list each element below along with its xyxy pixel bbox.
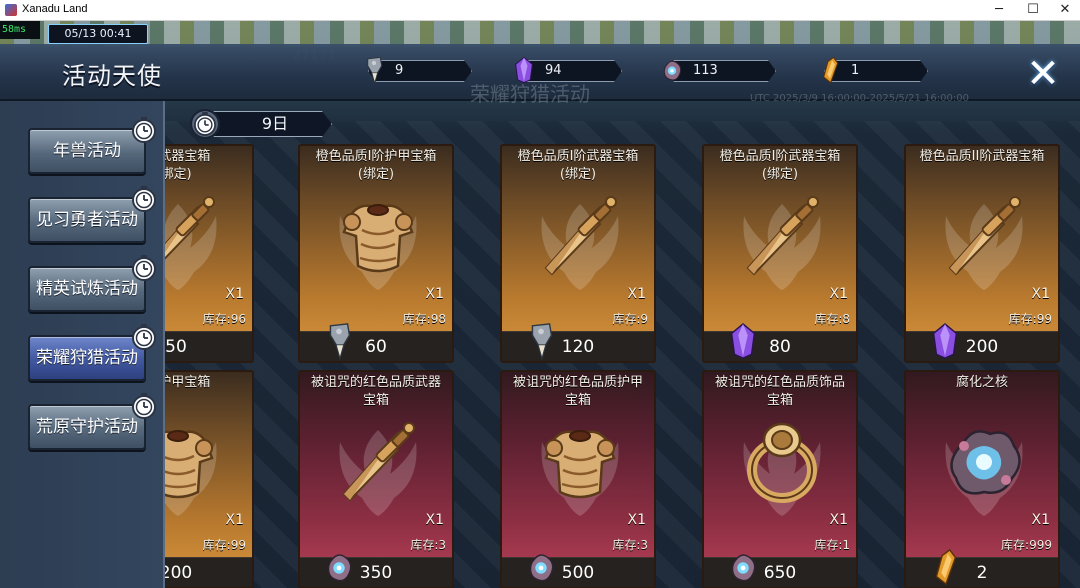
window-title: Xanadu Land — [22, 3, 88, 15]
item-price: 60 — [365, 337, 387, 357]
item-name: 被诅咒的红色品质护甲 宝箱 — [512, 375, 643, 408]
item-quantity: X1 — [1031, 512, 1051, 528]
day-label: 9日 — [204, 111, 332, 137]
sidebar-item-elite-trial[interactable]: 精英试炼活动 — [28, 266, 146, 312]
sidebar-item-nian-beast[interactable]: 年兽活动 — [28, 128, 146, 174]
shop-item-card[interactable]: 橙色品质I阶武器宝箱 (绑定) X1 库存:9 120 — [500, 144, 656, 363]
item-quantity: X1 — [627, 512, 647, 528]
minimize-button[interactable]: ─ — [982, 0, 1016, 21]
resource-crystal: 94 — [502, 58, 626, 84]
sidebar-item-label: 荒原守护活动 — [36, 417, 138, 437]
item-quantity: X1 — [627, 286, 647, 302]
item-stock: 库存:99 — [202, 538, 246, 552]
amber-shard-icon — [816, 56, 844, 84]
timer-icon — [130, 116, 158, 144]
item-stock: 库存:9 — [612, 312, 648, 326]
shop-item-card[interactable]: 被诅咒的红色品质饰品 宝箱 X1 库存:1 650 — [702, 370, 858, 588]
horn-icon — [324, 322, 354, 360]
shop-item-card[interactable]: 被诅咒的红色品质武器 宝箱 X1 库存:3 350 — [298, 370, 454, 588]
item-quantity: X1 — [1031, 286, 1051, 302]
item-stock: 库存:96 — [202, 312, 246, 326]
item-price: 2 — [976, 563, 988, 583]
resource-horn: 9 — [352, 58, 476, 84]
shop-item-card[interactable]: 被诅咒的红色品质护甲 宝箱 X1 库存:3 500 — [500, 370, 656, 588]
shop-item-card[interactable]: 腐化之核 X1 库存:999 2 — [904, 370, 1060, 588]
sword-icon — [934, 186, 1034, 286]
sidebar-item-label: 荣耀狩猎活动 — [36, 348, 138, 368]
item-stock: 库存:98 — [402, 312, 446, 326]
corrupted-core-icon — [658, 56, 686, 84]
sidebar-item-wasteland-guard[interactable]: 荒原守护活动 — [28, 404, 146, 450]
item-price: 120 — [561, 337, 595, 357]
shop-item-card[interactable]: 橙色品质I阶武器宝箱 (绑定) X1 库存:8 80 — [702, 144, 858, 363]
timer-icon — [130, 392, 158, 420]
armor-icon — [328, 186, 428, 286]
sidebar-item-label: 精英试炼活动 — [36, 279, 138, 299]
ping-indicator: 58ms — [0, 21, 40, 39]
window-close-button[interactable]: ✕ — [1048, 0, 1080, 21]
item-price: 500 — [561, 563, 595, 583]
sidebar-item-glory-hunt[interactable]: 荣耀狩猎活动 — [28, 335, 146, 381]
maximize-button[interactable]: ☐ — [1016, 0, 1050, 21]
purple-crystal-icon — [510, 56, 538, 84]
item-name: 橙色品质I阶武器宝箱 (绑定) — [517, 149, 639, 182]
sword-icon — [530, 186, 630, 286]
item-name: 橙色品质I阶护甲宝箱 (绑定) — [315, 149, 437, 182]
sidebar-item-label: 见习勇者活动 — [36, 210, 138, 230]
app-icon — [5, 4, 17, 16]
sword-icon — [328, 412, 428, 512]
item-quantity: X1 — [829, 286, 849, 302]
corrupted-core-icon — [324, 548, 354, 586]
item-name: 橙色品质I阶武器宝箱 (绑定) — [719, 149, 841, 182]
item-stock: 库存:999 — [1001, 538, 1052, 552]
item-name: 被诅咒的红色品质武器 宝箱 — [310, 375, 441, 408]
shop-item-card[interactable]: 橙色品质II阶武器宝箱 X1 库存:99 200 — [904, 144, 1060, 363]
core-icon — [934, 412, 1034, 512]
sidebar-item-label: 年兽活动 — [53, 141, 121, 161]
shop-item-card[interactable]: 橙色品质I阶护甲宝箱 (绑定) X1 库存:98 60 — [298, 144, 454, 363]
sidebar-item-apprentice-hero[interactable]: 见习勇者活动 — [28, 197, 146, 243]
event-time-text: UTC 2025/3/9 16:00:00-2025/5/21 16:00:00 — [750, 93, 969, 104]
clock-icon — [190, 109, 220, 139]
window-title-bar: Xanadu Land ─ ☐ ✕ — [0, 0, 1080, 21]
armor-icon — [530, 412, 630, 512]
item-price: 200 — [965, 337, 999, 357]
item-price: 650 — [763, 563, 797, 583]
item-quantity: X1 — [425, 512, 445, 528]
item-quantity: X1 — [829, 512, 849, 528]
sword-icon — [732, 186, 832, 286]
item-stock: 库存:99 — [1008, 312, 1052, 326]
datetime-display: 05/13 00:41 — [48, 24, 148, 44]
panel-title: 活动天使 — [62, 62, 162, 90]
day-tab[interactable]: 9日 — [190, 109, 336, 139]
resource-core: 113 — [650, 58, 780, 84]
purple-crystal-icon — [728, 322, 758, 360]
resource-amber: 1 — [808, 58, 930, 84]
item-price: 350 — [359, 563, 393, 583]
purple-crystal-icon — [930, 322, 960, 360]
item-stock: 库存:3 — [410, 538, 446, 552]
corrupted-core-icon — [728, 548, 758, 586]
item-stock: 库存:3 — [612, 538, 648, 552]
horn-icon — [360, 56, 388, 84]
item-quantity: X1 — [425, 286, 445, 302]
timer-icon — [130, 254, 158, 282]
timer-icon — [130, 323, 158, 351]
item-stock: 库存:8 — [814, 312, 850, 326]
item-quantity: X1 — [225, 512, 245, 528]
item-quantity: X1 — [225, 286, 245, 302]
item-name: 被诅咒的红色品质饰品 宝箱 — [714, 375, 845, 408]
corrupted-core-icon — [526, 548, 556, 586]
item-name: 腐化之核 — [955, 375, 1008, 390]
timer-icon — [130, 185, 158, 213]
item-stock: 库存:1 — [814, 538, 850, 552]
amber-shard-icon — [930, 548, 960, 586]
horn-icon — [526, 322, 556, 360]
item-price: 80 — [769, 337, 791, 357]
close-panel-button[interactable]: ✕ — [1024, 54, 1062, 94]
ring-icon — [732, 412, 832, 512]
item-name: 橙色品质II阶武器宝箱 — [919, 149, 1045, 164]
